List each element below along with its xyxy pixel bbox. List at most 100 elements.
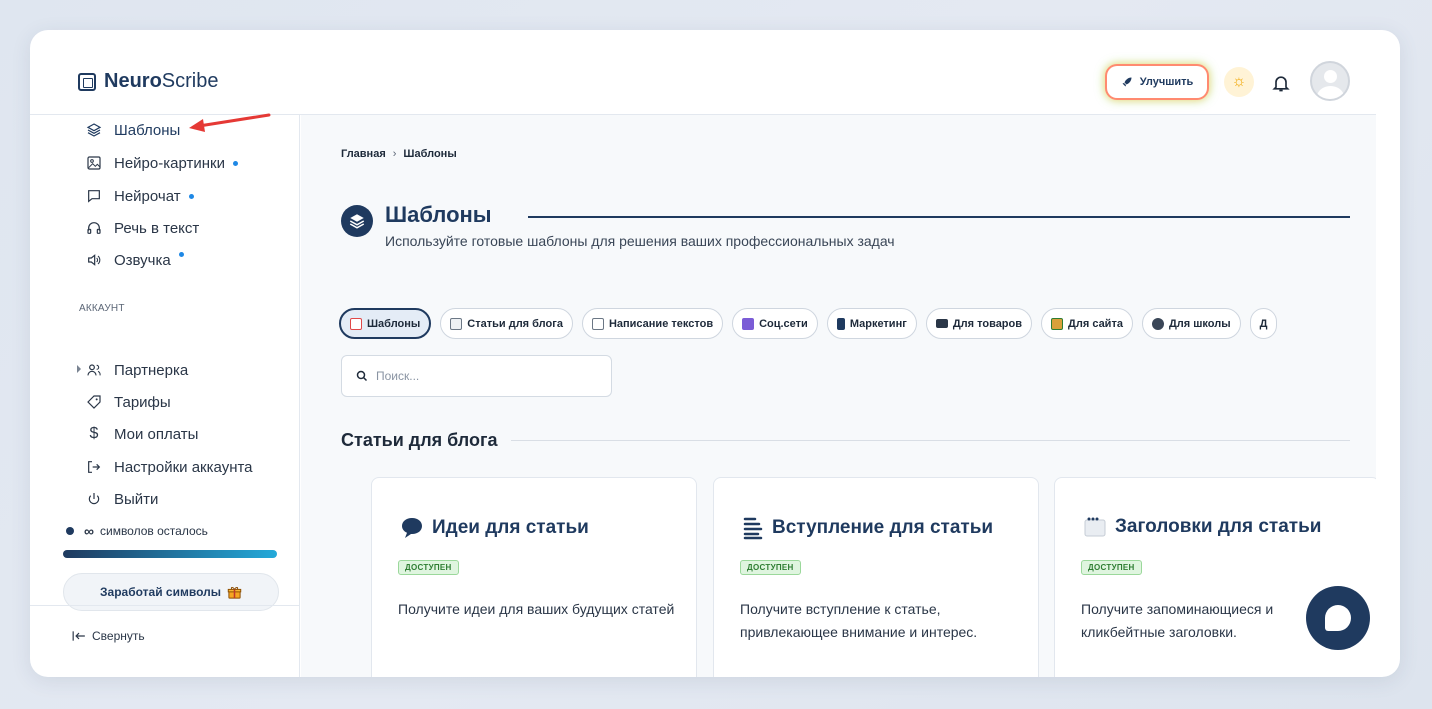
layers-icon: [86, 123, 102, 137]
collapse-arrow-icon: [72, 631, 85, 641]
chip-school[interactable]: Для школы: [1141, 308, 1241, 339]
speaker-icon: [88, 254, 101, 266]
card-title: Заголовки для статьи: [1083, 516, 1321, 538]
chat-bubble-icon: [88, 190, 100, 203]
chip-label: Написание текстов: [608, 317, 714, 330]
credits-text: символов осталось: [99, 524, 208, 538]
sidebar-item-label: Озвучка: [114, 251, 171, 269]
breadcrumb-current: Шаблоны: [403, 148, 457, 160]
new-indicator-dot: [232, 160, 238, 166]
upgrade-button[interactable]: Улучшить: [1107, 66, 1207, 98]
chip-label: Для школы: [1168, 317, 1231, 330]
bar-chart-icon: [742, 317, 755, 330]
credits-bullet: [66, 527, 74, 535]
gift-icon: [227, 586, 242, 599]
credits-progress-fill: [63, 550, 277, 558]
annotation-arrow-icon: [189, 113, 271, 132]
card-title-text: Вступление для статьи: [772, 517, 994, 538]
chip-marketing[interactable]: Маркетинг: [826, 308, 917, 339]
sidebar-item-partners[interactable]: Партнерка: [77, 358, 188, 382]
chip-label: Статьи для блога: [467, 317, 563, 330]
chip-text-writing[interactable]: Написание текстов: [581, 308, 724, 339]
chip-more[interactable]: Д: [1249, 308, 1278, 339]
memo-icon: [591, 317, 604, 330]
card-title-text: Идеи для статьи: [432, 517, 589, 538]
chip-social[interactable]: Соц.сети: [732, 308, 818, 339]
sidebar-item-templates[interactable]: Шаблоны: [86, 118, 180, 142]
page-subtitle: Используйте готовые шаблоны для решения …: [385, 233, 895, 249]
chip-label: Д: [1259, 317, 1268, 330]
credits-progress-bar: [63, 550, 277, 558]
student-face-icon: [1151, 317, 1164, 330]
card-title-text: Заголовки для статьи: [1115, 516, 1322, 537]
sidebar-item-voiceover[interactable]: Озвучка: [86, 248, 184, 272]
status-badge: ДОСТУПЕН: [740, 560, 801, 575]
search-box[interactable]: [341, 355, 612, 397]
notepad-icon: [450, 317, 463, 330]
chat-bubble-icon: [1325, 605, 1351, 631]
users-icon: [87, 364, 101, 376]
page-title-icon: [341, 205, 373, 237]
new-indicator-dot: [178, 251, 184, 257]
chip-templates[interactable]: Шаблоны: [339, 308, 432, 339]
chip-label: Для сайта: [1068, 317, 1123, 330]
speech-bubble-icon: [402, 518, 422, 538]
sidebar-item-label: Выйти: [114, 490, 159, 508]
support-chat-button[interactable]: [1306, 586, 1370, 650]
credits-remaining: ∞ символов осталось: [66, 523, 208, 539]
layers-icon: [349, 214, 365, 229]
sidebar-item-neurochat[interactable]: Нейрочат: [86, 184, 194, 208]
settings-arrow-icon: [88, 461, 101, 473]
bell-icon[interactable]: [1271, 72, 1291, 94]
image-icon: [87, 156, 101, 170]
rocket-icon: [1122, 77, 1132, 87]
sidebar-item-tariffs[interactable]: Тарифы: [86, 390, 171, 414]
sidebar-item-label: Мои оплаты: [114, 425, 199, 443]
template-card[interactable]: Идеи для статьи ДОСТУПЕН Получите идеи д…: [371, 477, 697, 677]
new-indicator-dot: [188, 193, 194, 199]
chip-label: Для товаров: [952, 317, 1023, 330]
card-description: Получите вступление к статье, привлекающ…: [740, 601, 978, 640]
breadcrumb-separator: ›: [392, 148, 397, 160]
collapse-sidebar-button[interactable]: Свернуть: [72, 629, 145, 643]
card-description: Получите идеи для ваших будущих статей: [398, 601, 675, 617]
sidebar-item-speech-to-text[interactable]: Речь в текст: [86, 216, 199, 240]
window-icon: [1084, 517, 1106, 537]
dollar-icon: $: [89, 425, 99, 442]
sidebar-item-label: Шаблоны: [114, 121, 181, 139]
section-title: Статьи для блога: [341, 430, 498, 450]
sidebar-item-account-settings[interactable]: Настройки аккаунта: [86, 455, 253, 479]
expand-caret-icon[interactable]: [77, 365, 81, 373]
logo-text: NeuroScribe: [104, 70, 219, 92]
template-card[interactable]: Вступление для статьи ДОСТУПЕН Получите …: [713, 477, 1039, 677]
sidebar-item-neuro-images[interactable]: Нейро-картинки: [86, 151, 238, 175]
search-icon: [356, 370, 368, 382]
avatar[interactable]: [1310, 61, 1350, 101]
search-input[interactable]: [376, 369, 596, 383]
chip-label: Соц.сети: [759, 317, 808, 330]
logo-icon: [78, 72, 96, 91]
sidebar-item-label: Нейро-картинки: [114, 154, 225, 172]
chip-blog-articles[interactable]: Статьи для блога: [440, 308, 573, 339]
theme-toggle-button[interactable]: ☼: [1224, 67, 1254, 97]
chip-products[interactable]: Для товаров: [925, 308, 1033, 339]
chip-label: Маркетинг: [849, 317, 907, 330]
sidebar: Шаблоны Нейро-картинки Нейрочат Речь в т…: [30, 115, 300, 677]
sidebar-item-label: Нейрочат: [114, 187, 181, 205]
chip-website[interactable]: Для сайта: [1041, 308, 1133, 339]
chip-label: Шаблоны: [367, 317, 421, 330]
sidebar-divider: [30, 605, 300, 606]
earn-symbols-label: Заработай символы: [100, 585, 221, 599]
sidebar-item-my-payments[interactable]: $ Мои оплаты: [86, 422, 199, 446]
top-header: NeuroScribe Улучшить ☼: [30, 30, 1376, 115]
phone-icon: [836, 317, 845, 330]
sidebar-item-label: Тарифы: [114, 393, 171, 411]
logo[interactable]: NeuroScribe: [78, 70, 219, 93]
status-badge: ДОСТУПЕН: [1081, 560, 1142, 575]
page-title: Шаблоны: [385, 202, 492, 227]
category-chips: Шаблоны Статьи для блога Написание текст…: [339, 308, 1278, 339]
upgrade-label: Улучшить: [1139, 76, 1194, 88]
breadcrumb-home[interactable]: Главная: [341, 148, 386, 160]
sidebar-item-logout[interactable]: Выйти: [86, 487, 158, 511]
card-title: Вступление для статьи: [742, 516, 993, 540]
